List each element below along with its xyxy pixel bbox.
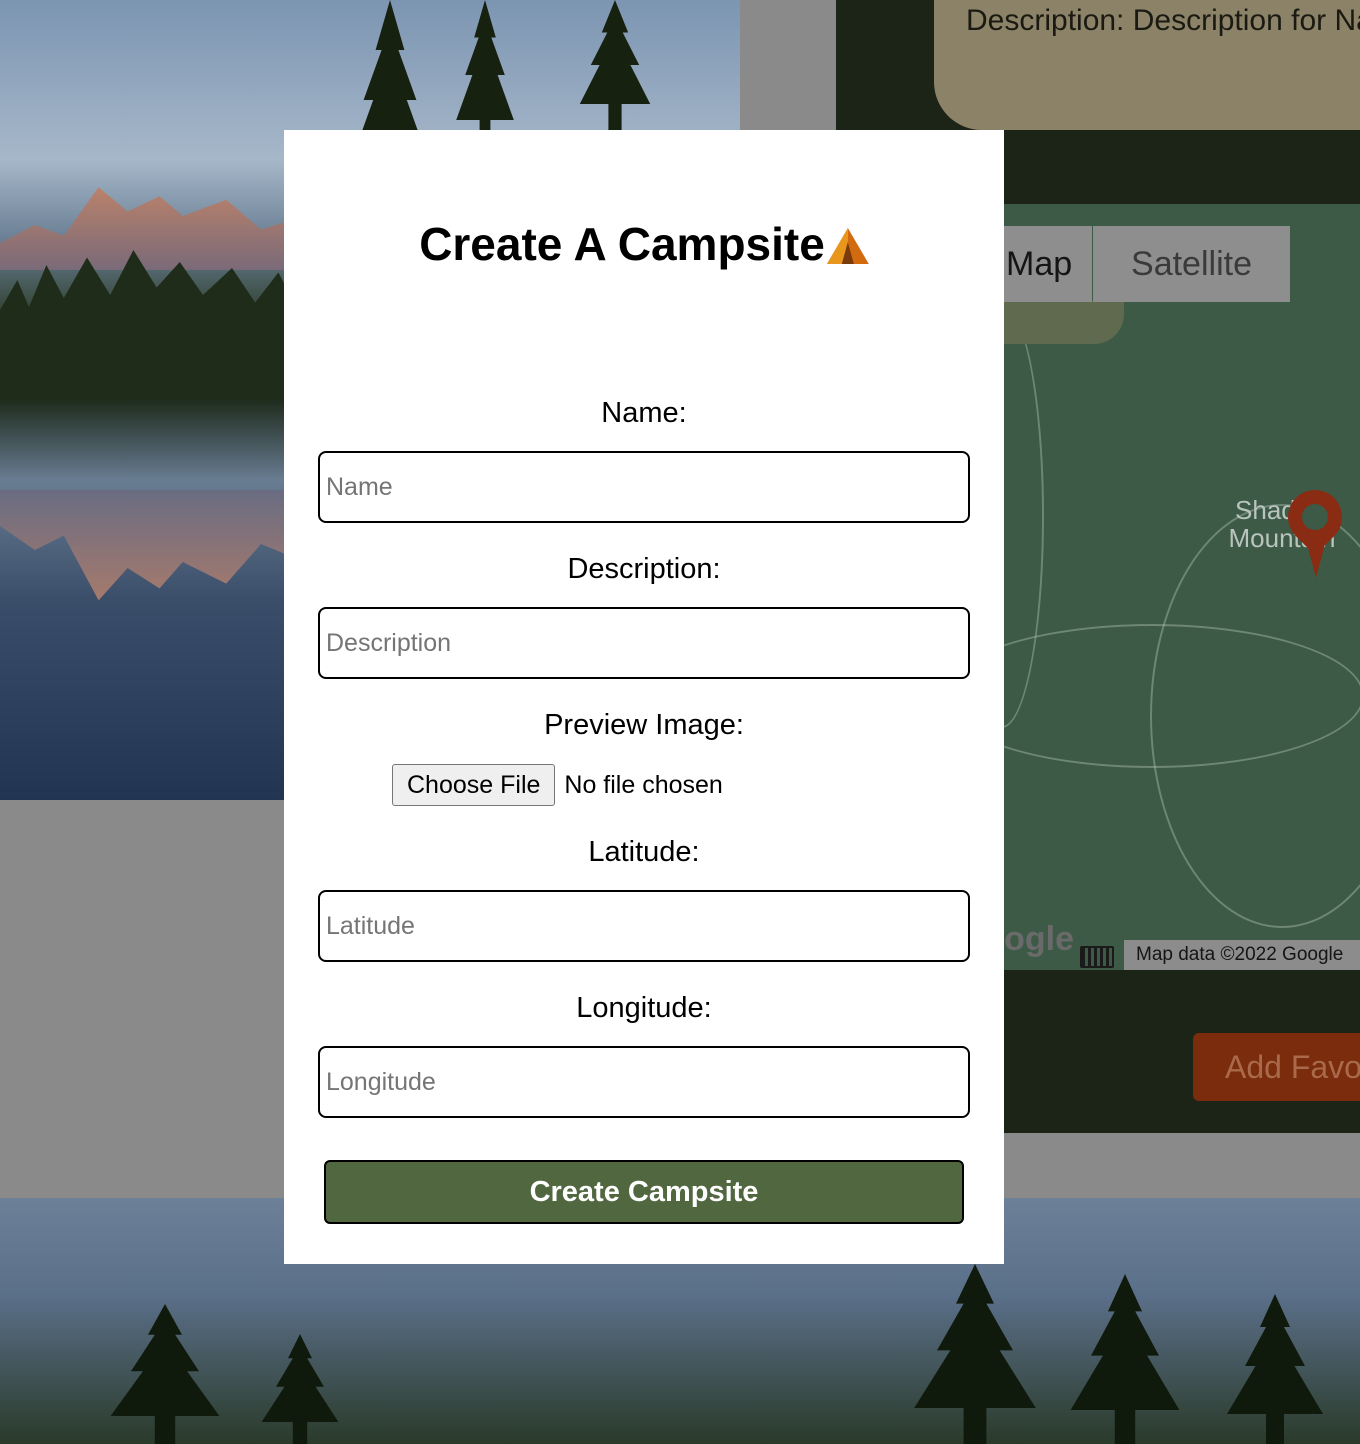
map-area-patch — [1000, 300, 1124, 344]
map-marker-center — [1302, 504, 1328, 530]
tree-silhouette — [1227, 1294, 1323, 1444]
tent-icon — [827, 228, 869, 264]
file-status: No file chosen — [564, 770, 723, 799]
longitude-input[interactable] — [318, 1046, 970, 1118]
park-description: Description: Description for National Pa… — [934, 0, 1360, 130]
treeline — [0, 250, 290, 400]
map-type-map-button[interactable]: Map — [1000, 226, 1092, 302]
add-favorite-button[interactable]: Add Favorite — [1193, 1033, 1360, 1101]
modal-title: Create A Campsite — [284, 216, 1004, 272]
longitude-label: Longitude: — [576, 992, 712, 1024]
tree-silhouette — [914, 1264, 1036, 1444]
tree-silhouette — [579, 0, 651, 130]
tree-silhouette — [110, 1304, 220, 1444]
tree-silhouette — [456, 0, 514, 150]
mountain-reflection — [0, 490, 290, 601]
latitude-input[interactable] — [318, 890, 970, 962]
map-attribution: Map data ©2022 Google — [1124, 940, 1360, 970]
name-label: Name: — [601, 397, 687, 429]
map-type-satellite-button[interactable]: Satellite — [1093, 226, 1290, 302]
description-input[interactable] — [318, 607, 970, 679]
choose-file-button[interactable]: Choose File — [392, 764, 556, 806]
mountain-range — [0, 187, 290, 270]
tree-silhouette — [261, 1334, 339, 1444]
preview-image-label: Preview Image: — [544, 709, 744, 741]
file-picker: Choose File No file chosen — [392, 764, 723, 806]
keyboard-shortcuts-icon[interactable] — [1080, 946, 1114, 968]
create-campsite-button[interactable]: Create Campsite — [324, 1160, 964, 1224]
map-marker-tail — [1306, 540, 1326, 578]
name-input[interactable] — [318, 451, 970, 523]
tree-silhouette — [1070, 1274, 1180, 1444]
map-road — [1150, 504, 1360, 928]
modal-title-text: Create A Campsite — [419, 218, 825, 270]
google-logo: Google — [1004, 920, 1074, 958]
latitude-label: Latitude: — [588, 836, 700, 868]
create-campsite-modal: Create A Campsite Name: Description: Pre… — [284, 130, 1004, 1264]
description-label: Description: — [567, 553, 721, 585]
